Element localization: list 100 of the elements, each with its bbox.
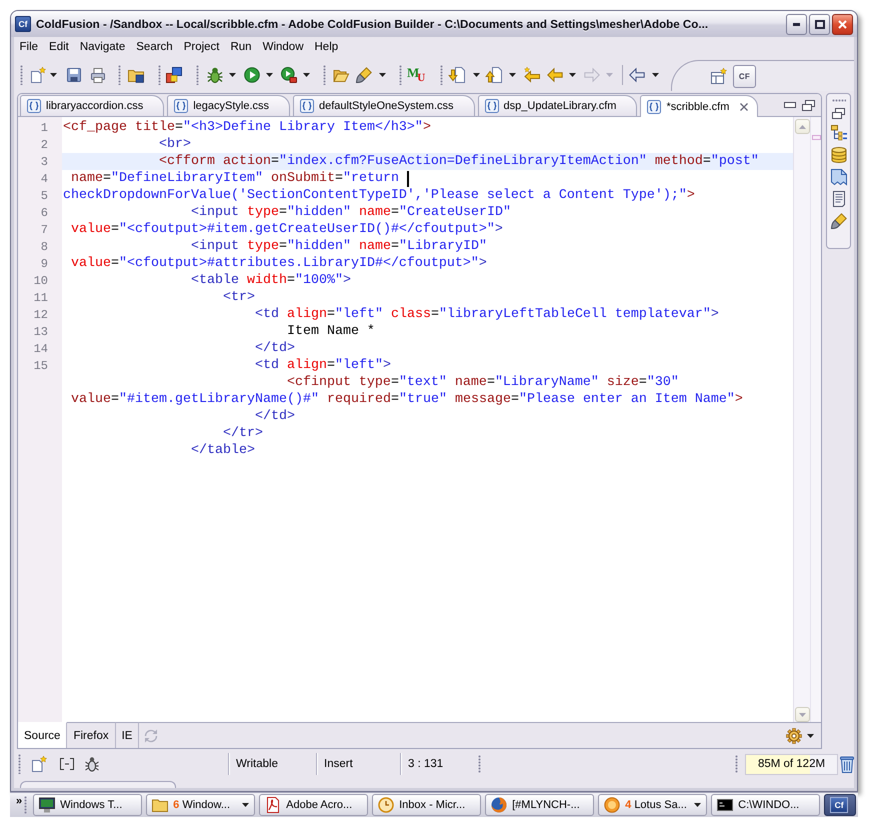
open-perspective-icon[interactable]: [711, 68, 727, 84]
menu-item[interactable]: Run: [224, 39, 258, 56]
hierarchy-icon[interactable]: [830, 125, 846, 141]
line-number: 2: [40, 138, 48, 150]
menu-item[interactable]: File: [14, 39, 44, 56]
perspective-button[interactable]: CF: [733, 64, 756, 88]
menu-item[interactable]: Project: [178, 39, 225, 56]
code-line: name="DefineLibraryItem" onSubmit="return: [71, 171, 400, 186]
folded-page-icon[interactable]: [830, 169, 846, 185]
database-icon[interactable]: [830, 147, 846, 163]
dropdown-arrow-icon[interactable]: [379, 72, 386, 76]
menu-item[interactable]: Navigate: [74, 39, 131, 56]
file-braces-icon: [300, 99, 314, 113]
memory-heap-bar[interactable]: 85M of 122M: [745, 754, 838, 774]
gear-icon[interactable]: [786, 728, 802, 744]
maximize-icon: [814, 20, 824, 28]
code-line: <cfform action="index.cfm?FuseAction=DefineLibraryItemAction" method="post": [158, 154, 759, 169]
back-arrow-icon[interactable]: [629, 66, 645, 82]
code-line: Item Name *: [286, 324, 375, 339]
document-icon[interactable]: [830, 191, 846, 207]
brush-icon[interactable]: [830, 213, 846, 229]
view-tab[interactable]: Firefox: [67, 722, 116, 748]
taskbar-button[interactable]: Inbox - Micr...: [372, 794, 482, 816]
caret-icon[interactable]: [807, 734, 814, 738]
dropdown-arrow-icon[interactable]: [50, 72, 57, 76]
color-squares-icon[interactable]: [166, 66, 182, 82]
view-tab[interactable]: Source: [18, 722, 68, 748]
code-line: <td align="left" class="libraryLeftTableCell templatevar">: [254, 307, 719, 322]
dropdown-arrow-icon[interactable]: [473, 72, 480, 76]
arrow-left-icon[interactable]: [547, 66, 563, 82]
editor-tab[interactable]: libraryaccordion.css: [20, 95, 164, 116]
clock-icon: [378, 797, 394, 813]
bug-icon[interactable]: [207, 66, 223, 82]
dropdown-arrow-icon[interactable]: [229, 72, 236, 76]
bug-icon[interactable]: [85, 756, 99, 772]
line-number: 5: [40, 190, 48, 202]
dropdown-arrow-icon[interactable]: [652, 72, 659, 76]
dropdown-arrow-icon[interactable]: [569, 72, 576, 76]
dropdown-arrow-icon[interactable]: [509, 72, 516, 76]
file-braces-icon: [27, 99, 41, 113]
line-number: 13: [34, 326, 48, 338]
dropdown-arrow-icon[interactable]: [266, 72, 273, 76]
close-icon[interactable]: [740, 102, 748, 110]
new-file-icon[interactable]: [31, 756, 47, 772]
file-braces-icon: [647, 100, 662, 114]
code-line: </tr>: [222, 426, 263, 441]
menu-item[interactable]: Edit: [44, 39, 74, 56]
code-line: <table width="100%">: [190, 273, 351, 288]
save-icon[interactable]: [66, 66, 82, 82]
code-line: </td>: [254, 409, 295, 424]
minimize-icon[interactable]: [784, 102, 796, 108]
play-icon[interactable]: [244, 66, 260, 82]
taskbar-button[interactable]: C:\WINDO...: [711, 794, 820, 816]
line-number: 14: [34, 342, 48, 354]
view-tab[interactable]: IE: [116, 722, 140, 748]
document-arrow-down-icon[interactable]: [449, 66, 465, 82]
restore-icon[interactable]: [802, 100, 815, 110]
status-text: Insert: [324, 758, 353, 770]
code-line: <input type="hidden" name="CreateUserID": [190, 205, 511, 220]
pdf-document-icon: [265, 797, 282, 813]
new-file-icon[interactable]: [30, 66, 46, 82]
code-line: <cf_page title="<h3>Define Library Item</h3>">: [63, 120, 431, 135]
editor-tab[interactable]: *scribble.cfm: [640, 95, 758, 117]
line-number: 4: [40, 172, 48, 184]
print-icon[interactable]: [90, 66, 106, 82]
overflow-button[interactable]: »: [16, 796, 22, 807]
close-button[interactable]: [832, 14, 853, 34]
editor-tab[interactable]: legacyStyle.css: [167, 95, 290, 116]
minimize-button[interactable]: [786, 14, 807, 34]
taskbar-button[interactable]: 6 Window...: [146, 794, 256, 816]
annotation-marker[interactable]: [812, 135, 820, 140]
dropdown-arrow-icon[interactable]: [303, 72, 310, 76]
document-arrow-up-icon[interactable]: [486, 66, 502, 82]
bracket-icon[interactable]: [60, 758, 74, 770]
terminal-icon: [717, 797, 734, 813]
folder-icon: [152, 797, 168, 813]
play-badge-icon[interactable]: [281, 66, 297, 82]
code-line: </td>: [254, 341, 295, 356]
editor-tab[interactable]: dsp_UpdateLibrary.cfm: [478, 95, 638, 116]
taskbar-button[interactable]: Adobe Acro...: [259, 794, 368, 816]
maximize-button[interactable]: [809, 14, 830, 34]
restore-icon[interactable]: [832, 108, 845, 119]
trash-icon[interactable]: [840, 755, 854, 773]
code-line: <tr>: [222, 290, 255, 305]
brush-icon[interactable]: [356, 66, 372, 82]
editor-tab[interactable]: defaultStyleOneSystem.css: [293, 95, 475, 116]
taskbar-button[interactable]: Windows T...: [33, 794, 142, 816]
globe-icon: [491, 797, 508, 813]
menu-item[interactable]: Search: [130, 39, 178, 56]
menu-item[interactable]: Window: [257, 39, 309, 56]
taskbar-button[interactable]: Cf: [824, 794, 856, 816]
taskbar-button[interactable]: 4 Lotus Sa...: [598, 794, 708, 816]
code-line: value="#item.getLibraryName()#" required="true" message="Please enter an Item Name">: [71, 392, 743, 407]
line-number: 11: [34, 292, 48, 304]
code-line: <cfinput type="text" name="LibraryName" size="30": [286, 375, 679, 390]
taskbar-button[interactable]: [#MLYNCH-...: [485, 794, 594, 816]
line-number: 1: [40, 122, 48, 134]
menu-item[interactable]: Help: [309, 39, 344, 56]
caret-down-icon: [798, 712, 806, 716]
star-arrow-left-icon[interactable]: [524, 66, 540, 82]
